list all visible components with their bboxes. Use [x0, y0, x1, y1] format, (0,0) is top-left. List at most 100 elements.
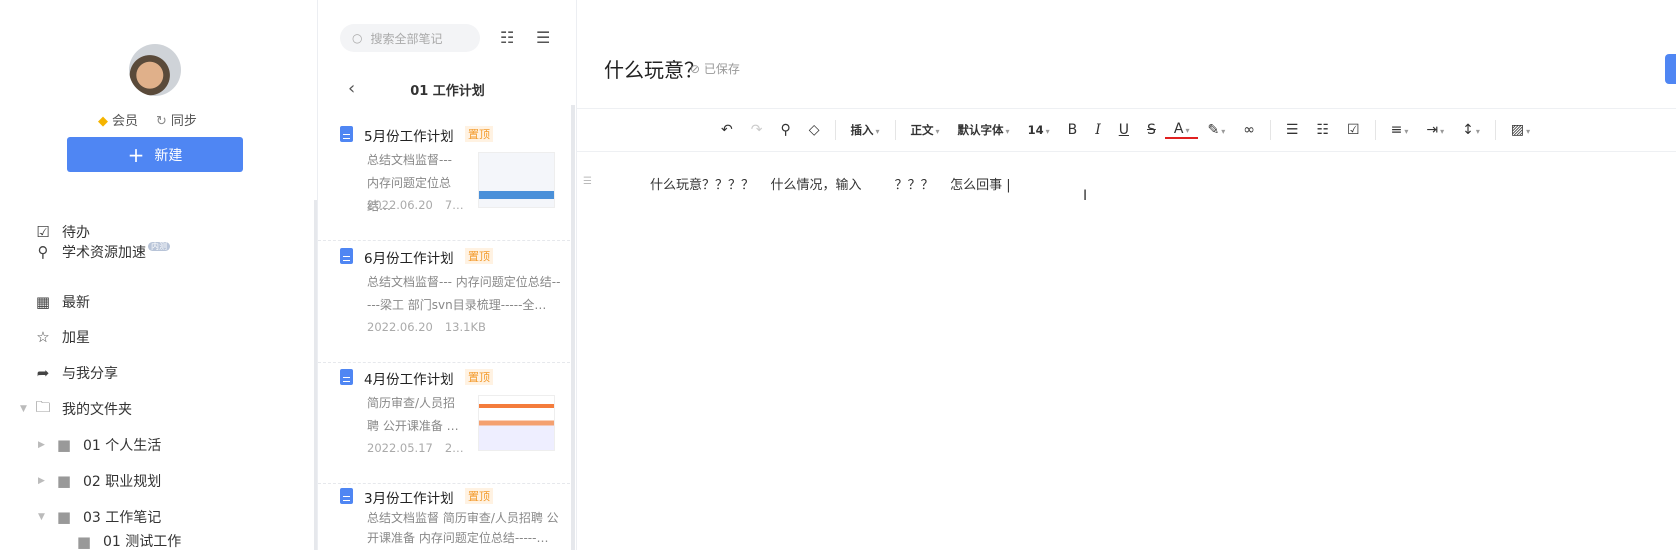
sidebar-item-label: 最新: [62, 295, 90, 311]
sidebar-item-shared[interactable]: ➦ 与我分享: [0, 358, 316, 388]
note-title-input[interactable]: 什么玩意？: [604, 54, 704, 83]
folder-icon: ■: [56, 472, 72, 490]
numbered-list-icon[interactable]: ☷: [1307, 122, 1338, 138]
note-item[interactable]: 5月份工作计划 置顶 总结文档监督--- 内存问题定位总结… 2022.06.2…: [318, 120, 570, 241]
note-list: ○ 搜索全部笔记 ☷ ☰ ‹ 01 工作计划 5月份工作计划 置顶 总结文档监督-…: [318, 0, 577, 550]
link-icon[interactable]: ∞: [1234, 122, 1264, 138]
sidebar-item-my-folders[interactable]: ▼ 🗀 我的文件夹: [0, 394, 316, 424]
format-painter-icon[interactable]: ⚲: [771, 122, 799, 138]
align-icon[interactable]: ≡: [1382, 122, 1418, 138]
folder-icon: ■: [56, 436, 72, 454]
note-summary: 总结文档监督--- 内存问题定位总结-----梁工 部门svn目录梳理-----…: [367, 275, 561, 312]
member-link[interactable]: ◆ 会员: [98, 110, 138, 129]
document-icon: [340, 248, 353, 264]
font-family-dropdown[interactable]: 默认字体: [949, 122, 1019, 138]
check-circle-icon: ⊘: [690, 62, 704, 76]
strikethrough-button[interactable]: S: [1138, 122, 1165, 138]
editor-content[interactable]: 什么玩意？？？？ 什么情况，输入 ？？？ 怎么回事 |: [650, 174, 1011, 193]
sidebar-item-label: 学术资源加速 内测: [62, 242, 170, 262]
note-item[interactable]: 6月份工作计划 置顶 总结文档监督--- 内存问题定位总结-----梁工 部门s…: [318, 242, 570, 363]
note-title: 5月份工作计划: [364, 129, 454, 145]
note-summary: 简历审查/人员招聘 公开课准备 …: [367, 396, 459, 433]
avatar[interactable]: [129, 44, 181, 96]
line-height-icon[interactable]: ↕: [1453, 122, 1489, 138]
bold-button[interactable]: B: [1059, 122, 1087, 138]
chevron-right-icon[interactable]: ▶: [38, 476, 45, 486]
folder-item[interactable]: ▼ ■ 03 工作笔记: [0, 502, 316, 532]
paragraph-style-dropdown[interactable]: 正文: [902, 122, 949, 138]
note-item[interactable]: 3月份工作计划 置顶 总结文档监督 简历审查/人员招聘 公开课准备 内存问题定位…: [318, 482, 570, 548]
folder-icon: ■: [56, 508, 72, 526]
text-cursor-icon: I: [1083, 188, 1088, 204]
document-icon: [340, 126, 353, 142]
highlight-icon[interactable]: ✎: [1198, 122, 1234, 138]
list-scrollbar[interactable]: [571, 105, 575, 550]
folder-item[interactable]: ▶ ■ 02 职业规划: [0, 466, 316, 496]
divider: [894, 120, 896, 140]
beta-badge: 内测: [148, 242, 170, 251]
save-status-text: 已保存: [703, 62, 740, 76]
block-handle-icon[interactable]: ☰: [583, 176, 592, 187]
sync-label: 同步: [170, 114, 197, 129]
indent-icon[interactable]: ⇥: [1417, 122, 1453, 138]
grid-icon: ▦: [35, 293, 51, 311]
checklist-icon[interactable]: ☑: [1338, 122, 1369, 138]
folder-icon: 🗀: [35, 397, 51, 416]
chevron-down-icon[interactable]: ▼: [38, 512, 45, 522]
chevron-right-icon[interactable]: ▶: [38, 440, 45, 450]
document-icon: [340, 488, 353, 504]
eraser-icon[interactable]: ◇: [800, 122, 829, 138]
note-size: 13.1KB: [444, 320, 486, 334]
note-date: 2022.06.20: [367, 320, 433, 334]
divider: [1269, 120, 1271, 140]
underline-button[interactable]: U: [1110, 122, 1138, 138]
folder-label: 02 职业规划: [83, 474, 162, 490]
folder-icon: ■: [76, 533, 92, 551]
list-view-icon[interactable]: ☷: [500, 28, 514, 47]
note-title: 4月份工作计划: [364, 372, 454, 388]
shading-icon[interactable]: ▨: [1502, 122, 1539, 138]
folder-label: 03 工作笔记: [83, 510, 162, 526]
sidebar-item-label: 加星: [62, 330, 90, 346]
undo-icon[interactable]: ↶: [712, 122, 742, 138]
sidebar-item-starred[interactable]: ☆ 加星: [0, 322, 316, 352]
sidebar-scrollbar[interactable]: [314, 200, 317, 550]
search-input[interactable]: ○ 搜索全部笔记: [340, 24, 480, 52]
new-button[interactable]: + 新建: [67, 137, 243, 172]
pinned-badge: 置顶: [465, 369, 493, 385]
search-placeholder: 搜索全部笔记: [370, 31, 443, 46]
note-date: 2022.05.17: [367, 441, 433, 455]
sidebar-item-academic[interactable]: ⚲ 学术资源加速 内测: [0, 237, 316, 267]
share-button[interactable]: [1665, 54, 1676, 84]
sync-icon: ↻: [156, 114, 167, 129]
member-label: 会员: [112, 114, 139, 129]
chevron-down-icon[interactable]: ▼: [20, 404, 27, 414]
font-size-dropdown[interactable]: 14: [1019, 123, 1059, 137]
note-meta: 2022.05.17 2…: [367, 441, 464, 455]
sidebar-item-recent[interactable]: ▦ 最新: [0, 287, 316, 317]
note-item[interactable]: 4月份工作计划 置顶 简历审查/人员招聘 公开课准备 … 2022.05.17 2…: [318, 363, 570, 484]
insert-dropdown[interactable]: 插入: [842, 122, 889, 138]
sort-icon[interactable]: ☰: [536, 28, 550, 47]
folder-item[interactable]: ▶ ■ 01 个人生活: [0, 430, 316, 460]
sidebar: ◆ 会员 ↻ 同步 + 新建 ☑ 待办 ⚲ 学术资源加速 内测 ▦ 最新 ☆ 加星 ➦ 与我分享 …: [0, 0, 318, 550]
new-button-label: 新建: [154, 147, 183, 164]
sync-button[interactable]: ↻ 同步: [156, 110, 197, 129]
redo-icon[interactable]: ↷: [742, 122, 772, 138]
font-color-button[interactable]: A: [1164, 121, 1199, 139]
folder-label: 01 测试工作: [103, 534, 182, 550]
document-icon: [340, 369, 353, 385]
pinned-badge: 置顶: [465, 248, 493, 264]
folder-item[interactable]: ■ 01 测试工作: [20, 534, 336, 550]
folder-label: 01 个人生活: [83, 438, 162, 454]
editor: 什么玩意？ ⊘ 已保存 ↶ ↷ ⚲ ◇ 插入 正文 默认字体 14 B I U …: [577, 0, 1676, 550]
note-meta: 2022.06.20 7…: [367, 198, 464, 212]
save-status: ⊘ 已保存: [690, 60, 740, 77]
bullet-list-icon[interactable]: ☰: [1277, 122, 1308, 138]
note-size: 7…: [444, 198, 464, 212]
pinned-badge: 置顶: [465, 488, 493, 504]
italic-button[interactable]: I: [1086, 122, 1110, 138]
account-status: ◆ 会员 ↻ 同步: [98, 110, 197, 129]
note-summary: 总结文档监督 简历审查/人员招聘 公开课准备 内存问题定位总结-----…: [367, 511, 559, 545]
note-title: 3月份工作计划: [364, 491, 454, 507]
